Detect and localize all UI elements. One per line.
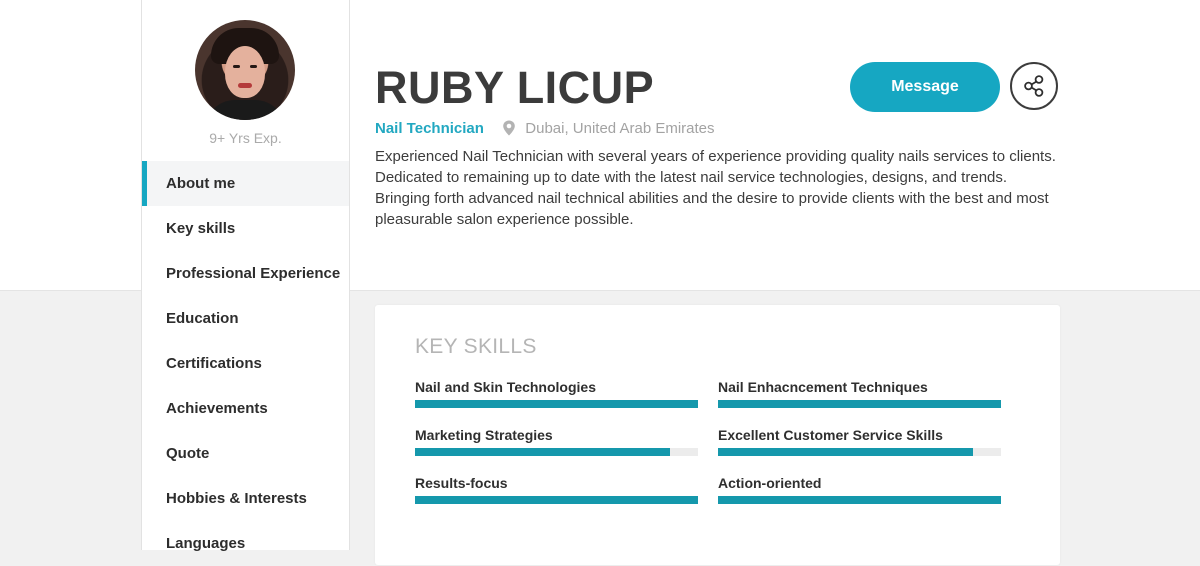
sidebar-item-about-me[interactable]: About me [142,161,349,206]
skill-item: Action-oriented [718,475,1001,504]
skill-bar-track [718,448,1001,456]
skill-bar-fill [415,496,698,504]
skill-bar-fill [415,400,698,408]
skill-label: Excellent Customer Service Skills [718,427,943,443]
sidebar-item-achievements[interactable]: Achievements [142,386,349,431]
skill-bar-fill [718,448,973,456]
sidebar-nav: About me Key skills Professional Experie… [142,161,349,566]
skill-label: Action-oriented [718,475,822,491]
experience-label: 9+ Yrs Exp. [209,130,282,146]
skill-label: Marketing Strategies [415,427,553,443]
share-icon [1012,73,1056,99]
sidebar-item-education[interactable]: Education [142,296,349,341]
skill-item: Excellent Customer Service Skills [718,427,1001,456]
profile-location: Dubai, United Arab Emirates [525,120,715,137]
message-button[interactable]: Message [850,62,1000,112]
skill-bar-fill [718,400,1001,408]
profile-bio: Experienced Nail Technician with several… [375,148,1056,228]
skill-bar-track [415,400,698,408]
sidebar: 9+ Yrs Exp. About me Key skills Professi… [141,0,350,552]
sidebar-item-languages[interactable]: Languages [142,521,349,566]
skill-item: Results-focus [415,475,698,504]
key-skills-card: KEY SKILLS Nail and Skin Technologies Na… [375,305,1060,565]
sidebar-item-key-skills[interactable]: Key skills [142,206,349,251]
skill-bar-fill [718,496,1001,504]
sidebar-item-hobbies-interests[interactable]: Hobbies & Interests [142,476,349,521]
profile-meta: Nail Technician Dubai, United Arab Emira… [375,120,715,137]
key-skills-title: KEY SKILLS [415,335,537,358]
skill-bar-track [415,496,698,504]
skill-label: Nail and Skin Technologies [415,379,596,395]
skill-item: Nail Enhacncement Techniques [718,379,1001,408]
location-pin-icon [502,120,516,136]
sidebar-item-professional-experience[interactable]: Professional Experience [142,251,349,296]
skill-bar-fill [415,448,670,456]
skill-bar-track [415,448,698,456]
sidebar-item-certifications[interactable]: Certifications [142,341,349,386]
sidebar-item-quote[interactable]: Quote [142,431,349,476]
share-button[interactable] [1010,62,1058,110]
skill-label: Results-focus [415,475,508,491]
skill-item: Nail and Skin Technologies [415,379,698,408]
profile-role: Nail Technician [375,120,484,137]
skill-item: Marketing Strategies [415,427,698,456]
skill-label: Nail Enhacncement Techniques [718,379,928,395]
avatar [195,20,295,120]
skill-bar-track [718,496,1001,504]
skill-bar-track [718,400,1001,408]
profile-name: RUBY LICUP [375,62,655,113]
